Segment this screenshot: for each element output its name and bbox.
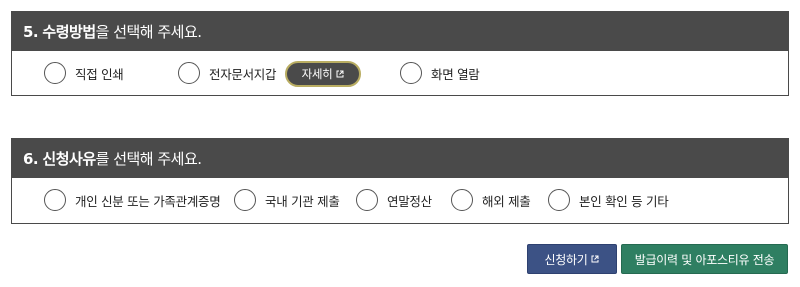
detail-button[interactable]: 자세히 bbox=[285, 61, 361, 87]
radio-screen-view[interactable] bbox=[400, 62, 422, 84]
receipt-method-header: 5. 수령방법 을 선택해 주세요. bbox=[12, 12, 788, 51]
option-label: 전자문서지갑 bbox=[209, 66, 277, 82]
radio-other[interactable] bbox=[548, 189, 570, 211]
option-label: 연말정산 bbox=[387, 193, 432, 209]
option-label: 본인 확인 등 기타 bbox=[579, 193, 669, 209]
section-title-rest: 을 선택해 주세요. bbox=[95, 23, 202, 41]
option-screen-view[interactable]: 화면 열람 bbox=[400, 62, 480, 84]
section-number: 5. bbox=[23, 22, 39, 41]
option-label: 국내 기관 제출 bbox=[265, 193, 340, 209]
section-number: 6. bbox=[23, 149, 39, 168]
external-link-icon bbox=[591, 255, 599, 263]
radio-e-wallet[interactable] bbox=[178, 62, 200, 84]
radio-domestic-agency[interactable] bbox=[234, 189, 256, 211]
option-label: 직접 인쇄 bbox=[75, 66, 124, 82]
radio-overseas[interactable] bbox=[451, 189, 473, 211]
application-reason-section: 6. 신청사유 를 선택해 주세요. 개인 신분 또는 가족관계증명 국내 기관 … bbox=[11, 138, 789, 224]
application-reason-options: 개인 신분 또는 가족관계증명 국내 기관 제출 연말정산 해외 제출 본인 확… bbox=[12, 178, 788, 222]
option-overseas[interactable]: 해외 제출 bbox=[451, 189, 531, 211]
section-title-rest: 를 선택해 주세요. bbox=[95, 150, 202, 168]
option-year-end-tax[interactable]: 연말정산 bbox=[356, 189, 432, 211]
radio-identity-family[interactable] bbox=[44, 189, 66, 211]
radio-year-end-tax[interactable] bbox=[356, 189, 378, 211]
radio-direct-print[interactable] bbox=[44, 62, 66, 84]
apply-button-label: 신청하기 bbox=[544, 252, 588, 267]
option-other[interactable]: 본인 확인 등 기타 bbox=[548, 189, 669, 211]
issue-history-label: 발급이력 및 아포스티유 전송 bbox=[634, 252, 775, 267]
option-e-wallet[interactable]: 전자문서지갑 bbox=[178, 62, 277, 84]
option-label: 해외 제출 bbox=[482, 193, 531, 209]
detail-button-label: 자세히 bbox=[301, 67, 333, 81]
issue-history-apostille-button[interactable]: 발급이력 및 아포스티유 전송 bbox=[621, 244, 788, 274]
apply-button[interactable]: 신청하기 bbox=[527, 244, 617, 274]
section-title-bold: 수령방법 bbox=[42, 23, 96, 41]
application-reason-header: 6. 신청사유 를 선택해 주세요. bbox=[12, 139, 788, 178]
option-label: 개인 신분 또는 가족관계증명 bbox=[75, 193, 221, 209]
option-identity-family[interactable]: 개인 신분 또는 가족관계증명 bbox=[44, 189, 221, 211]
option-domestic-agency[interactable]: 국내 기관 제출 bbox=[234, 189, 340, 211]
receipt-method-options: 직접 인쇄 전자문서지갑 자세히 화면 열람 bbox=[12, 51, 788, 95]
option-direct-print[interactable]: 직접 인쇄 bbox=[44, 62, 124, 84]
option-label: 화면 열람 bbox=[431, 66, 480, 82]
receipt-method-section: 5. 수령방법 을 선택해 주세요. 직접 인쇄 전자문서지갑 자세히 화면 열람 bbox=[11, 11, 789, 96]
section-title-bold: 신청사유 bbox=[42, 150, 96, 168]
external-link-icon bbox=[336, 70, 344, 78]
